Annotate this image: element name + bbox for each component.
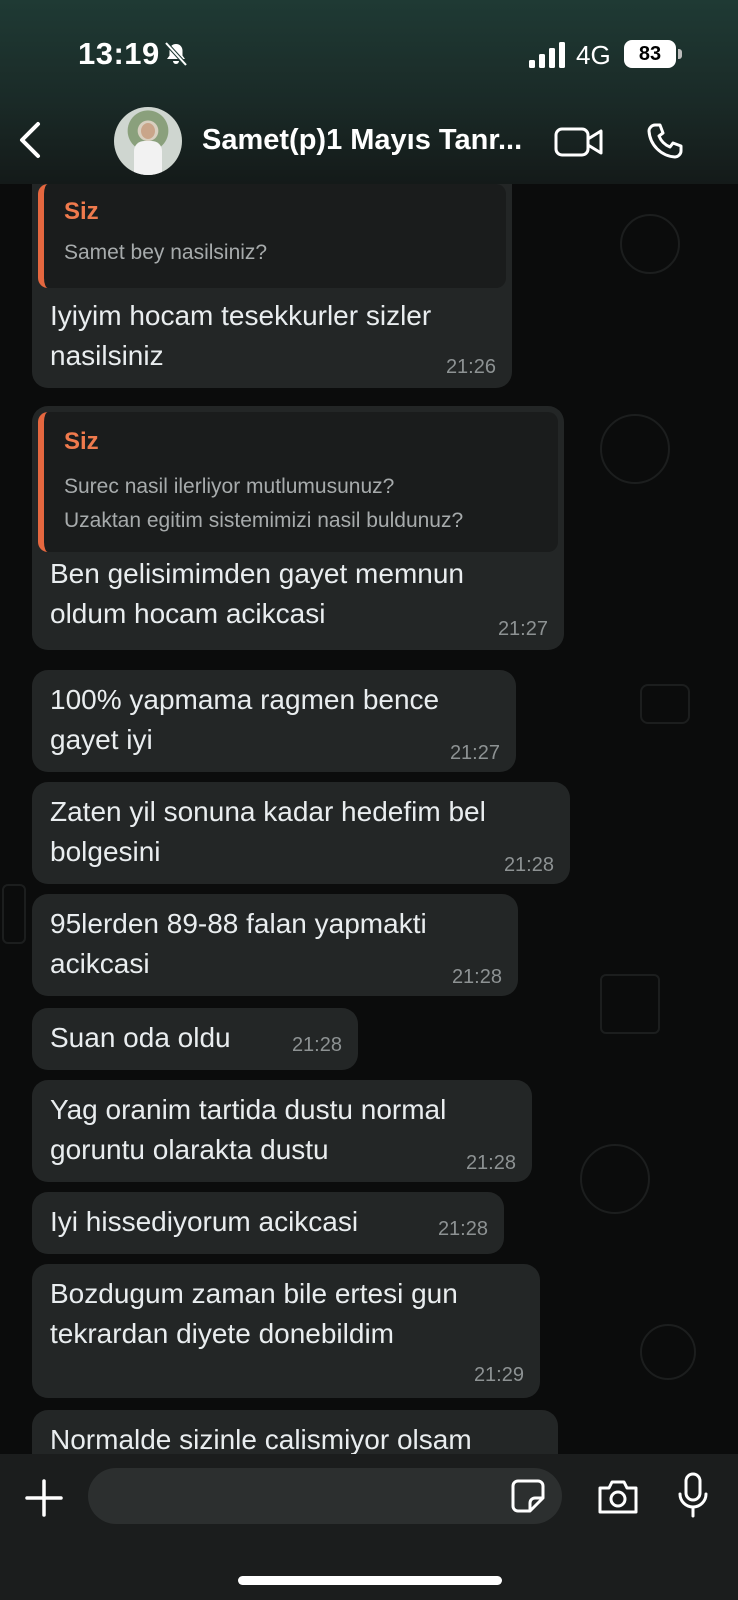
camera-icon[interactable]: [596, 1478, 640, 1516]
signal-icon: [529, 42, 565, 68]
wallpaper-doodle: [640, 684, 690, 724]
message-bubble[interactable]: Siz Samet bey nasilsiniz? Iyiyim hocam t…: [32, 184, 512, 388]
phone-icon[interactable]: [646, 122, 684, 160]
contact-avatar[interactable]: [114, 107, 182, 175]
bell-slash-icon: [164, 41, 188, 67]
status-time: 13:19: [78, 36, 160, 71]
message-text: goruntu olarakta dustu: [50, 1134, 329, 1165]
message-bubble[interactable]: 95lerden 89-88 falan yapmakti acikcasi 2…: [32, 894, 518, 996]
avatar-body: [134, 141, 162, 175]
message-time: 21:27: [497, 618, 548, 640]
message-bubble[interactable]: Siz Surec nasil ilerliyor mutlumusunuz? …: [32, 406, 564, 650]
wallpaper-doodle: [600, 414, 670, 484]
message-text: Iyi hissediyorum acikcasi: [50, 1206, 359, 1237]
message-text: 100% yapmama ragmen bence: [50, 684, 440, 715]
message-time: 21:27: [449, 742, 500, 764]
top-bar: 13:19 4G 83 Samet(p)1 Mayıs Tanr...: [0, 0, 738, 184]
message-bubble[interactable]: Iyi hissediyorum acikcasi 21:28: [32, 1192, 504, 1254]
message-text: Yag oranim tartida dustu normal: [50, 1094, 447, 1125]
battery-indicator: 83: [624, 40, 676, 68]
message-text: Zaten yil sonuna kadar hedefim bel: [50, 796, 486, 827]
wallpaper-doodle: [640, 1324, 696, 1380]
message-text: acikcasi: [50, 948, 150, 979]
video-call-icon[interactable]: [554, 124, 604, 160]
chat-area[interactable]: Siz Samet bey nasilsiniz? Iyiyim hocam t…: [0, 184, 738, 1454]
quoted-reply[interactable]: Siz Samet bey nasilsiniz?: [38, 184, 506, 288]
wallpaper-doodle: [2, 884, 26, 944]
avatar-head: [141, 123, 155, 139]
composer-bar: [0, 1454, 738, 1600]
quoted-reply[interactable]: Siz Surec nasil ilerliyor mutlumusunuz? …: [38, 412, 558, 552]
message-text: tekrardan diyete donebildim: [50, 1318, 394, 1349]
message-text: 95lerden 89-88 falan yapmakti: [50, 908, 427, 939]
message-text: oldum hocam acikcasi: [50, 598, 326, 629]
back-chevron-icon[interactable]: [14, 118, 48, 162]
wallpaper-doodle: [620, 214, 680, 274]
message-time: 21:29: [473, 1364, 524, 1386]
message-bubble[interactable]: Normalde sizinle calismiyor olsam: [32, 1410, 558, 1454]
message-text: gayet iyi: [50, 724, 153, 755]
wallpaper-doodle: [580, 1144, 650, 1214]
wallpaper-doodle: [600, 974, 660, 1034]
quote-sender: Siz: [64, 198, 99, 225]
message-text: nasilsiniz: [50, 340, 164, 371]
message-time: 21:28: [451, 966, 502, 988]
quote-sender: Siz: [64, 428, 99, 455]
message-text: Bozdugum zaman bile ertesi gun: [50, 1278, 458, 1309]
message-bubble[interactable]: Bozdugum zaman bile ertesi gun tekrardan…: [32, 1264, 540, 1398]
message-text: Ben gelisimimden gayet memnun: [50, 558, 464, 589]
message-bubble[interactable]: 100% yapmama ragmen bence gayet iyi 21:2…: [32, 670, 516, 772]
status-bar: 13:19 4G 83: [0, 0, 738, 110]
quote-text: Uzaktan egitim sistemimizi nasil buldunu…: [64, 509, 464, 532]
quote-text: Surec nasil ilerliyor mutlumusunuz?: [64, 475, 395, 498]
message-bubble[interactable]: Yag oranim tartida dustu normal goruntu …: [32, 1080, 532, 1182]
microphone-icon[interactable]: [676, 1472, 710, 1520]
message-time: 21:26: [445, 356, 496, 378]
sticker-icon[interactable]: [510, 1478, 546, 1514]
home-indicator[interactable]: [238, 1576, 502, 1585]
message-time: 21:28: [465, 1152, 516, 1174]
message-input[interactable]: [88, 1468, 562, 1524]
chat-header: Samet(p)1 Mayıs Tanr...: [0, 100, 738, 184]
network-type: 4G: [576, 40, 611, 70]
message-text: Suan oda oldu: [50, 1022, 231, 1053]
message-time: 21:28: [291, 1034, 342, 1056]
message-bubble[interactable]: Suan oda oldu 21:28: [32, 1008, 358, 1070]
message-text: bolgesini: [50, 836, 161, 867]
battery-nub: [678, 49, 682, 59]
message-time: 21:28: [503, 854, 554, 876]
message-text: Normalde sizinle calismiyor olsam: [50, 1424, 472, 1454]
contact-name[interactable]: Samet(p)1 Mayıs Tanr...: [202, 124, 522, 157]
message-time: 21:28: [437, 1218, 488, 1240]
quote-text: Samet bey nasilsiniz?: [64, 241, 268, 264]
plus-icon[interactable]: [24, 1478, 64, 1518]
message-bubble[interactable]: Zaten yil sonuna kadar hedefim bel bolge…: [32, 782, 570, 884]
message-text: Iyiyim hocam tesekkurler sizler: [50, 300, 432, 331]
